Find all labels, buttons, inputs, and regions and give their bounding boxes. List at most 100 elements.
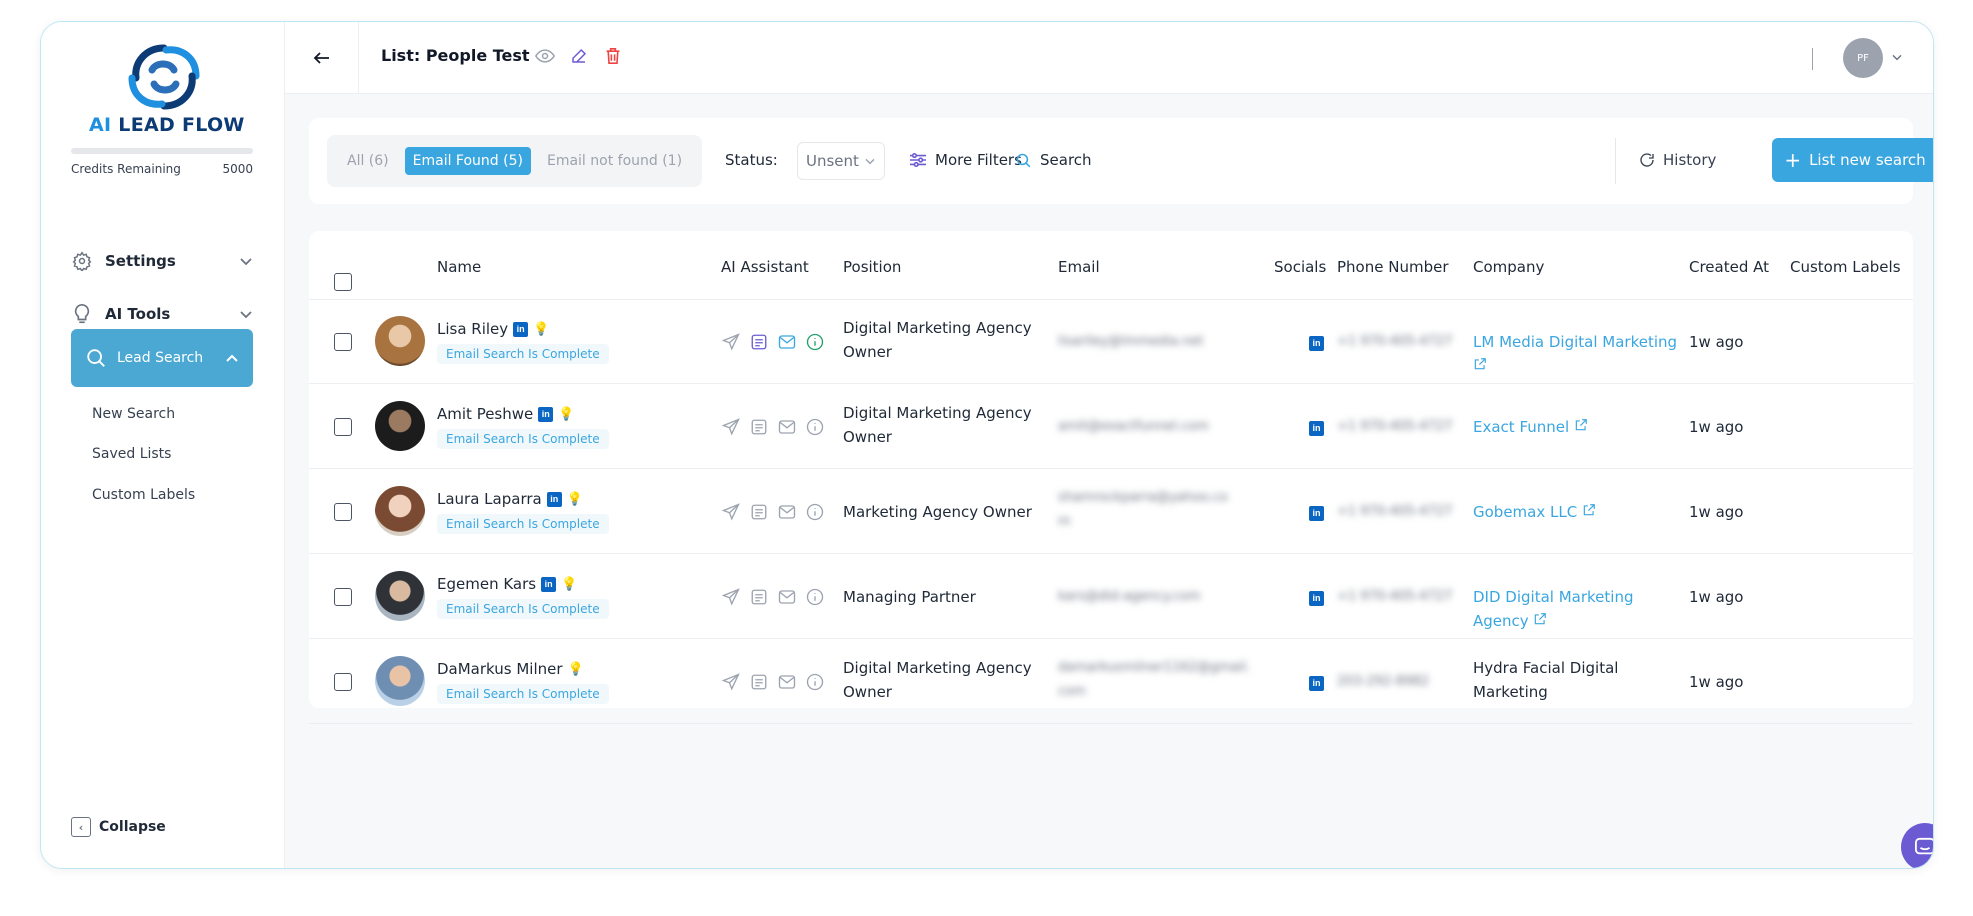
column-header-name[interactable]: Name: [437, 258, 481, 276]
mail-icon[interactable]: [777, 502, 797, 522]
send-icon[interactable]: [721, 332, 741, 352]
lightbulb-icon[interactable]: 💡: [568, 662, 584, 677]
collapse-label: Collapse: [99, 819, 166, 835]
document-icon[interactable]: [749, 502, 769, 522]
linkedin-icon[interactable]: in: [1309, 332, 1324, 351]
back-button[interactable]: [285, 22, 359, 94]
column-header-position[interactable]: Position: [843, 258, 901, 276]
tab-email-found[interactable]: Email Found (5): [404, 147, 531, 175]
company-cell[interactable]: LM Media Digital Marketing: [1473, 330, 1683, 378]
external-link-icon[interactable]: [1529, 612, 1548, 630]
company-cell[interactable]: Gobemax LLC: [1473, 500, 1683, 524]
column-header-ai-assistant[interactable]: AI Assistant: [721, 258, 809, 276]
nav-ai-tools[interactable]: AI Tools: [71, 299, 253, 329]
person-name[interactable]: Lisa Riley: [437, 320, 508, 338]
person-name[interactable]: Amit Peshwe: [437, 405, 533, 423]
ai-assistant-actions: [721, 502, 825, 522]
linkedin-icon[interactable]: in: [1309, 417, 1324, 436]
search-icon: [1016, 153, 1031, 167]
linkedin-icon[interactable]: in: [1309, 587, 1324, 606]
edit-icon[interactable]: [569, 46, 589, 66]
linkedin-icon[interactable]: in: [513, 321, 529, 337]
table-row[interactable]: Laura Laparra in 💡 Email Search Is Compl…: [309, 470, 1913, 554]
subnav-new-search[interactable]: New Search: [92, 406, 175, 422]
document-icon[interactable]: [749, 417, 769, 437]
status-badge: Email Search Is Complete: [437, 514, 609, 534]
external-link-icon[interactable]: [1577, 503, 1596, 521]
column-header-email[interactable]: Email: [1058, 258, 1100, 276]
eye-icon[interactable]: [535, 46, 555, 66]
chat-icon: [1915, 837, 1933, 855]
list-new-search-button[interactable]: + List new search: [1772, 138, 1933, 182]
info-icon[interactable]: [805, 332, 825, 352]
row-checkbox[interactable]: [334, 333, 352, 351]
row-checkbox[interactable]: [334, 503, 352, 521]
gear-icon: [71, 250, 93, 272]
column-header-socials[interactable]: Socials: [1274, 258, 1326, 276]
external-link-icon[interactable]: [1473, 357, 1487, 375]
column-header-created-at[interactable]: Created At: [1689, 258, 1769, 276]
subnav-saved-lists[interactable]: Saved Lists: [92, 446, 171, 462]
chat-button[interactable]: [1901, 823, 1933, 868]
row-checkbox[interactable]: [334, 418, 352, 436]
mail-icon[interactable]: [777, 587, 797, 607]
linkedin-icon[interactable]: in: [541, 576, 557, 592]
person-name[interactable]: DaMarkus Milner: [437, 660, 563, 678]
table-row[interactable]: DaMarkus Milner 💡 Email Search Is Comple…: [309, 640, 1913, 724]
lightbulb-icon[interactable]: 💡: [567, 492, 583, 507]
row-checkbox[interactable]: [334, 588, 352, 606]
column-header-company[interactable]: Company: [1473, 258, 1544, 276]
linkedin-icon[interactable]: in: [546, 491, 562, 507]
nav-lead-search[interactable]: Lead Search: [71, 329, 253, 387]
nav-settings[interactable]: Settings: [71, 246, 253, 276]
name-cell: Egemen Kars in 💡: [437, 575, 577, 593]
tab-email-not-found[interactable]: Email not found (1): [539, 147, 690, 175]
person-name[interactable]: Laura Laparra: [437, 490, 542, 508]
mail-icon[interactable]: [777, 417, 797, 437]
company-cell[interactable]: DID Digital Marketing Agency: [1473, 585, 1683, 633]
document-icon[interactable]: [749, 672, 769, 692]
external-link-icon[interactable]: [1569, 418, 1588, 436]
column-header-phone[interactable]: Phone Number: [1337, 258, 1449, 276]
linkedin-icon[interactable]: in: [1309, 672, 1324, 691]
table-row[interactable]: Amit Peshwe in 💡 Email Search Is Complet…: [309, 385, 1913, 469]
more-filters-button[interactable]: More Filters: [909, 151, 1022, 169]
lightbulb-icon[interactable]: 💡: [558, 407, 574, 422]
company-cell[interactable]: Hydra Facial Digital Marketing: [1473, 656, 1683, 704]
info-icon[interactable]: [805, 417, 825, 437]
document-icon[interactable]: [749, 587, 769, 607]
chevron-down-icon[interactable]: [1891, 50, 1903, 64]
logo-text: AI LEAD FLOW: [89, 114, 245, 136]
subnav-custom-labels[interactable]: Custom Labels: [92, 487, 195, 503]
send-icon[interactable]: [721, 587, 741, 607]
lightbulb-icon[interactable]: 💡: [561, 577, 577, 592]
row-checkbox[interactable]: [334, 673, 352, 691]
document-icon[interactable]: [749, 332, 769, 352]
email-cell: lisariley@lmmedia.net: [1058, 334, 1204, 349]
status-select[interactable]: Unsent: [797, 142, 885, 180]
avatar[interactable]: PF: [1843, 38, 1883, 78]
send-icon[interactable]: [721, 672, 741, 692]
tab-all[interactable]: All (6): [339, 147, 397, 175]
trash-icon[interactable]: [603, 46, 623, 66]
column-header-custom-labels[interactable]: Custom Labels: [1790, 258, 1901, 276]
lightbulb-icon[interactable]: 💡: [533, 322, 549, 337]
person-name[interactable]: Egemen Kars: [437, 575, 536, 593]
linkedin-icon[interactable]: in: [1309, 502, 1324, 521]
info-icon[interactable]: [805, 587, 825, 607]
select-all-checkbox[interactable]: [334, 273, 352, 291]
collapse-button[interactable]: ‹ Collapse: [71, 817, 166, 837]
mail-icon[interactable]: [777, 672, 797, 692]
table-row[interactable]: Egemen Kars in 💡 Email Search Is Complet…: [309, 555, 1913, 639]
mail-icon[interactable]: [777, 332, 797, 352]
send-icon[interactable]: [721, 417, 741, 437]
company-cell[interactable]: Exact Funnel: [1473, 415, 1683, 439]
history-button[interactable]: History: [1639, 151, 1716, 169]
search-button[interactable]: Search: [1015, 151, 1092, 169]
send-icon[interactable]: [721, 502, 741, 522]
table-row[interactable]: Lisa Riley in 💡 Email Search Is Complete…: [309, 300, 1913, 384]
linkedin-icon[interactable]: in: [538, 406, 554, 422]
credits-label: Credits Remaining: [71, 162, 181, 176]
info-icon[interactable]: [805, 672, 825, 692]
info-icon[interactable]: [805, 502, 825, 522]
